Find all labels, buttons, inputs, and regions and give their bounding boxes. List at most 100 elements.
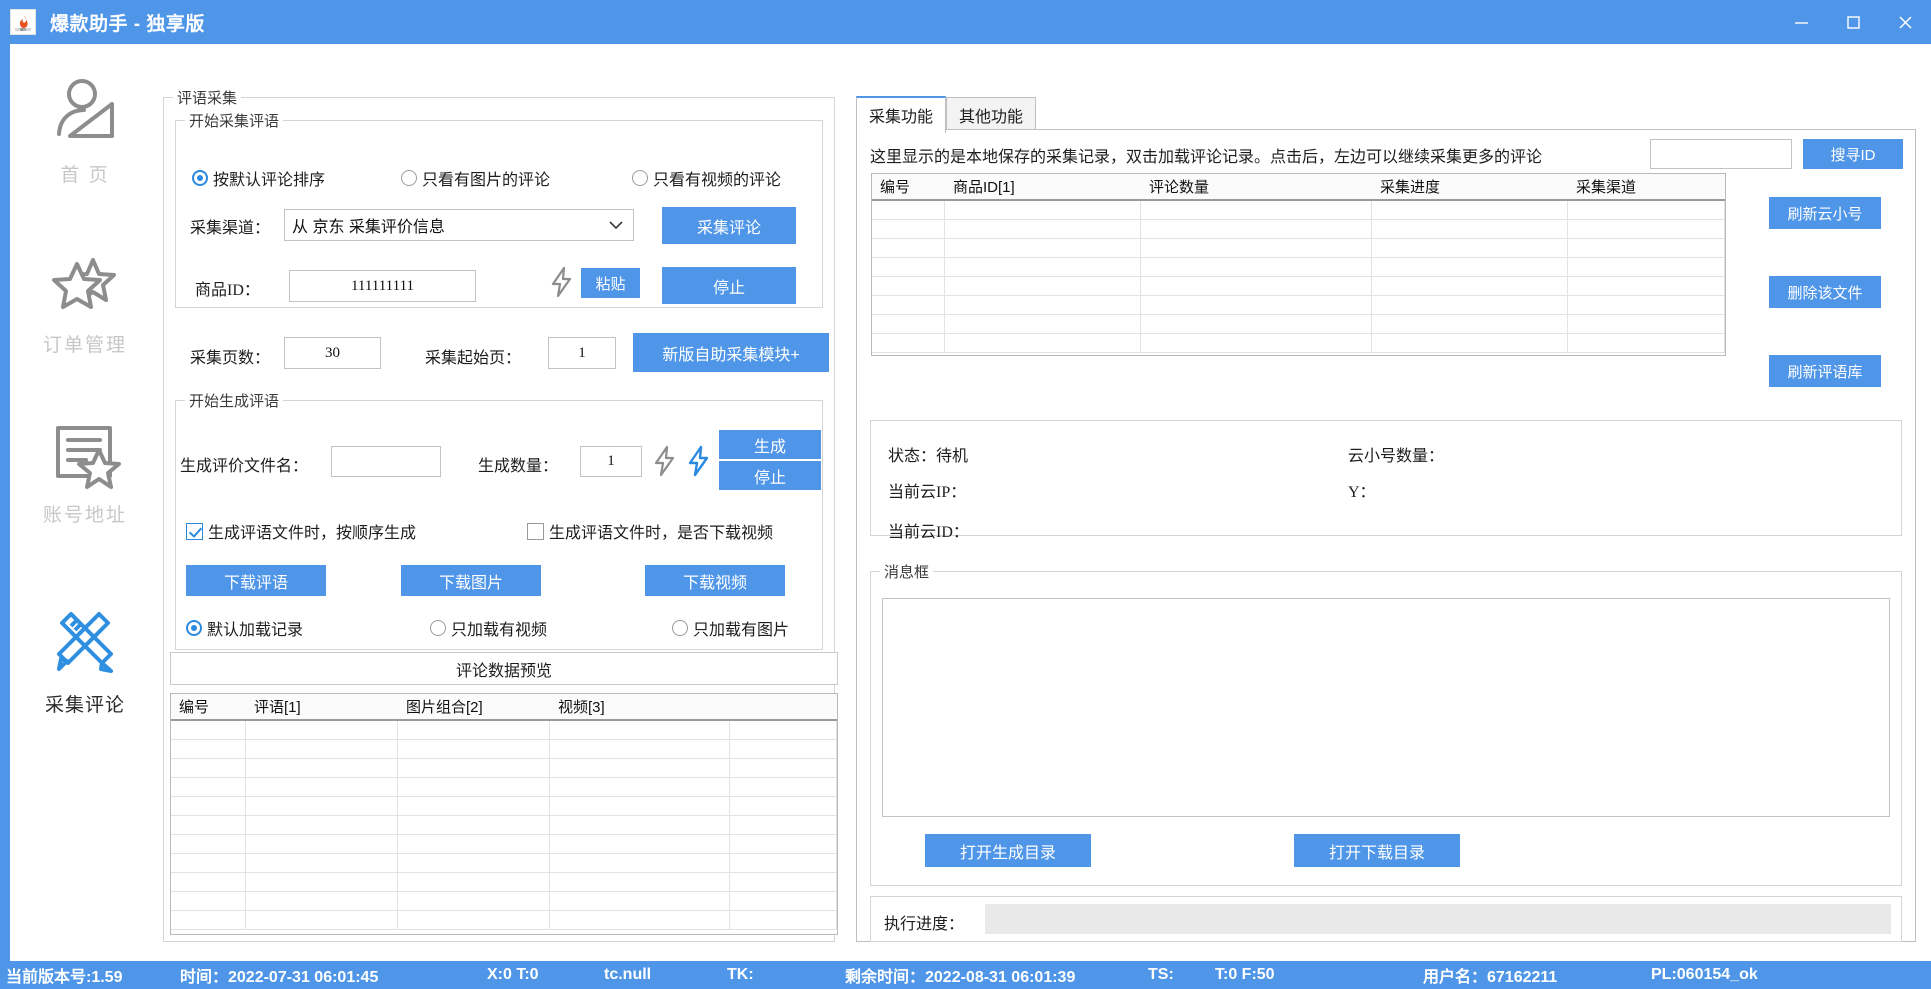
generate-filename-input[interactable] [331, 446, 441, 477]
preview-grid-body[interactable] [171, 721, 837, 930]
table-row[interactable] [171, 835, 837, 854]
download-videos-button[interactable]: 下载视频 [645, 565, 785, 596]
sidebar-item-home[interactable]: 首 页 [10, 70, 160, 187]
close-button[interactable] [1879, 0, 1931, 44]
radio-default-sort[interactable]: 按默认评论排序 [192, 166, 325, 190]
table-row[interactable] [171, 740, 837, 759]
table-row[interactable] [872, 296, 1725, 315]
collect-comments-button[interactable]: 采集评论 [662, 207, 796, 244]
window-title: 爆款助手 - 独享版 [50, 9, 205, 36]
records-col-channel: 采集渠道 [1568, 174, 1725, 199]
status-version: 当前版本号:1.59 [6, 961, 122, 989]
message-textarea[interactable] [882, 598, 1890, 817]
generate-count-input[interactable]: 1 [580, 446, 642, 477]
channel-label: 采集渠道： [190, 214, 270, 238]
table-cell [171, 740, 246, 758]
paste-button[interactable]: 粘贴 [581, 268, 640, 298]
table-cell [872, 296, 945, 314]
status-tk: TK: [727, 961, 754, 989]
stop-collect-button[interactable]: 停止 [662, 267, 796, 304]
refresh-comment-library-button[interactable]: 刷新评语库 [1769, 355, 1881, 387]
preview-col-comment: 评语[1] [246, 694, 398, 719]
radio-video-only[interactable]: 只看有视频的评论 [632, 166, 781, 190]
preview-title-bar: 评论数据预览 [170, 652, 838, 685]
table-row[interactable] [171, 873, 837, 892]
radio-default-load[interactable]: 默认加载记录 [186, 616, 303, 640]
pages-input[interactable]: 30 [284, 337, 381, 369]
table-row[interactable] [872, 277, 1725, 296]
checkbox-sequential-generate[interactable]: 生成评语文件时，按顺序生成 [186, 519, 416, 543]
table-row[interactable] [872, 334, 1725, 353]
table-cell [398, 835, 550, 853]
table-row[interactable] [171, 721, 837, 740]
table-row[interactable] [171, 797, 837, 816]
radio-image-only[interactable]: 只看有图片的评论 [401, 166, 550, 190]
table-row[interactable] [171, 816, 837, 835]
generate-stop-button[interactable]: 停止 [719, 461, 821, 490]
open-download-dir-button[interactable]: 打开下载目录 [1294, 834, 1460, 867]
radio-load-image-only[interactable]: 只加载有图片 [672, 616, 789, 640]
table-row[interactable] [872, 258, 1725, 277]
comment-collection-group-title: 评语采集 [173, 87, 241, 108]
sidebar-item-collect-comments[interactable]: 采集评论 [10, 600, 160, 717]
table-cell [550, 911, 730, 929]
channel-select[interactable]: 从 京东 采集评价信息 [284, 209, 634, 241]
table-row[interactable] [171, 759, 837, 778]
table-row[interactable] [171, 911, 837, 930]
download-images-button[interactable]: 下载图片 [401, 565, 541, 596]
table-cell [1568, 220, 1725, 238]
refresh-cloud-account-button[interactable]: 刷新云小号 [1769, 197, 1881, 229]
open-generate-dir-button[interactable]: 打开生成目录 [925, 834, 1091, 867]
download-comments-button[interactable]: 下载评语 [186, 565, 326, 596]
preview-grid[interactable]: 编号 评语[1] 图片组合[2] 视频[3] [170, 693, 838, 935]
radio-label: 只加载有视频 [451, 616, 547, 640]
preview-col-video: 视频[3] [550, 694, 730, 719]
table-cell [246, 740, 398, 758]
lightning-bolt-blue-icon [686, 445, 712, 482]
sidebar-item-account-address[interactable]: 账号地址 [10, 410, 160, 527]
table-row[interactable] [872, 201, 1725, 220]
progress-bar [985, 904, 1891, 934]
table-row[interactable] [872, 239, 1725, 258]
records-grid[interactable]: 编号 商品ID[1] 评论数量 采集进度 采集渠道 [871, 173, 1726, 356]
table-row[interactable] [872, 315, 1725, 334]
table-cell [730, 721, 837, 739]
table-cell [246, 816, 398, 834]
table-cell [730, 740, 837, 758]
product-id-input[interactable]: 111111111 [289, 270, 476, 302]
tab-collect-features[interactable]: 采集功能 [856, 96, 946, 133]
table-cell [872, 277, 945, 295]
radio-indicator [430, 620, 446, 636]
generate-button[interactable]: 生成 [719, 430, 821, 459]
checkbox-download-video[interactable]: 生成评语文件时，是否下载视频 [527, 519, 773, 543]
sidebar-item-orders[interactable]: 订单管理 [10, 240, 160, 357]
table-cell [1568, 258, 1725, 276]
tab-other-features[interactable]: 其他功能 [946, 97, 1036, 133]
new-auto-collect-module-button[interactable]: 新版自助采集模块+ [633, 333, 829, 372]
table-cell [246, 892, 398, 910]
table-row[interactable] [171, 854, 837, 873]
table-cell [171, 816, 246, 834]
radio-load-video-only[interactable]: 只加载有视频 [430, 616, 547, 640]
pages-label: 采集页数： [190, 344, 270, 368]
search-id-button[interactable]: 搜寻ID [1803, 139, 1903, 169]
start-page-label: 采集起始页： [425, 344, 521, 368]
table-cell [1372, 296, 1568, 314]
status-ts: TS: [1148, 961, 1174, 989]
records-grid-body[interactable] [872, 201, 1725, 353]
start-page-input[interactable]: 1 [548, 337, 616, 369]
table-cell [945, 239, 1141, 257]
table-row[interactable] [171, 778, 837, 797]
table-cell [1141, 258, 1372, 276]
table-cell [730, 854, 837, 872]
status-state-label: 状态：待机 [888, 442, 968, 466]
preview-col-extra [730, 694, 837, 719]
delete-file-button[interactable]: 删除该文件 [1769, 276, 1881, 308]
maximize-button[interactable] [1827, 0, 1879, 44]
minimize-button[interactable] [1775, 0, 1827, 44]
search-id-input[interactable] [1650, 139, 1792, 169]
table-row[interactable] [171, 892, 837, 911]
table-row[interactable] [872, 220, 1725, 239]
channel-select-value: 从 京东 采集评价信息 [292, 213, 445, 237]
lightning-bolt-icon [549, 267, 575, 302]
